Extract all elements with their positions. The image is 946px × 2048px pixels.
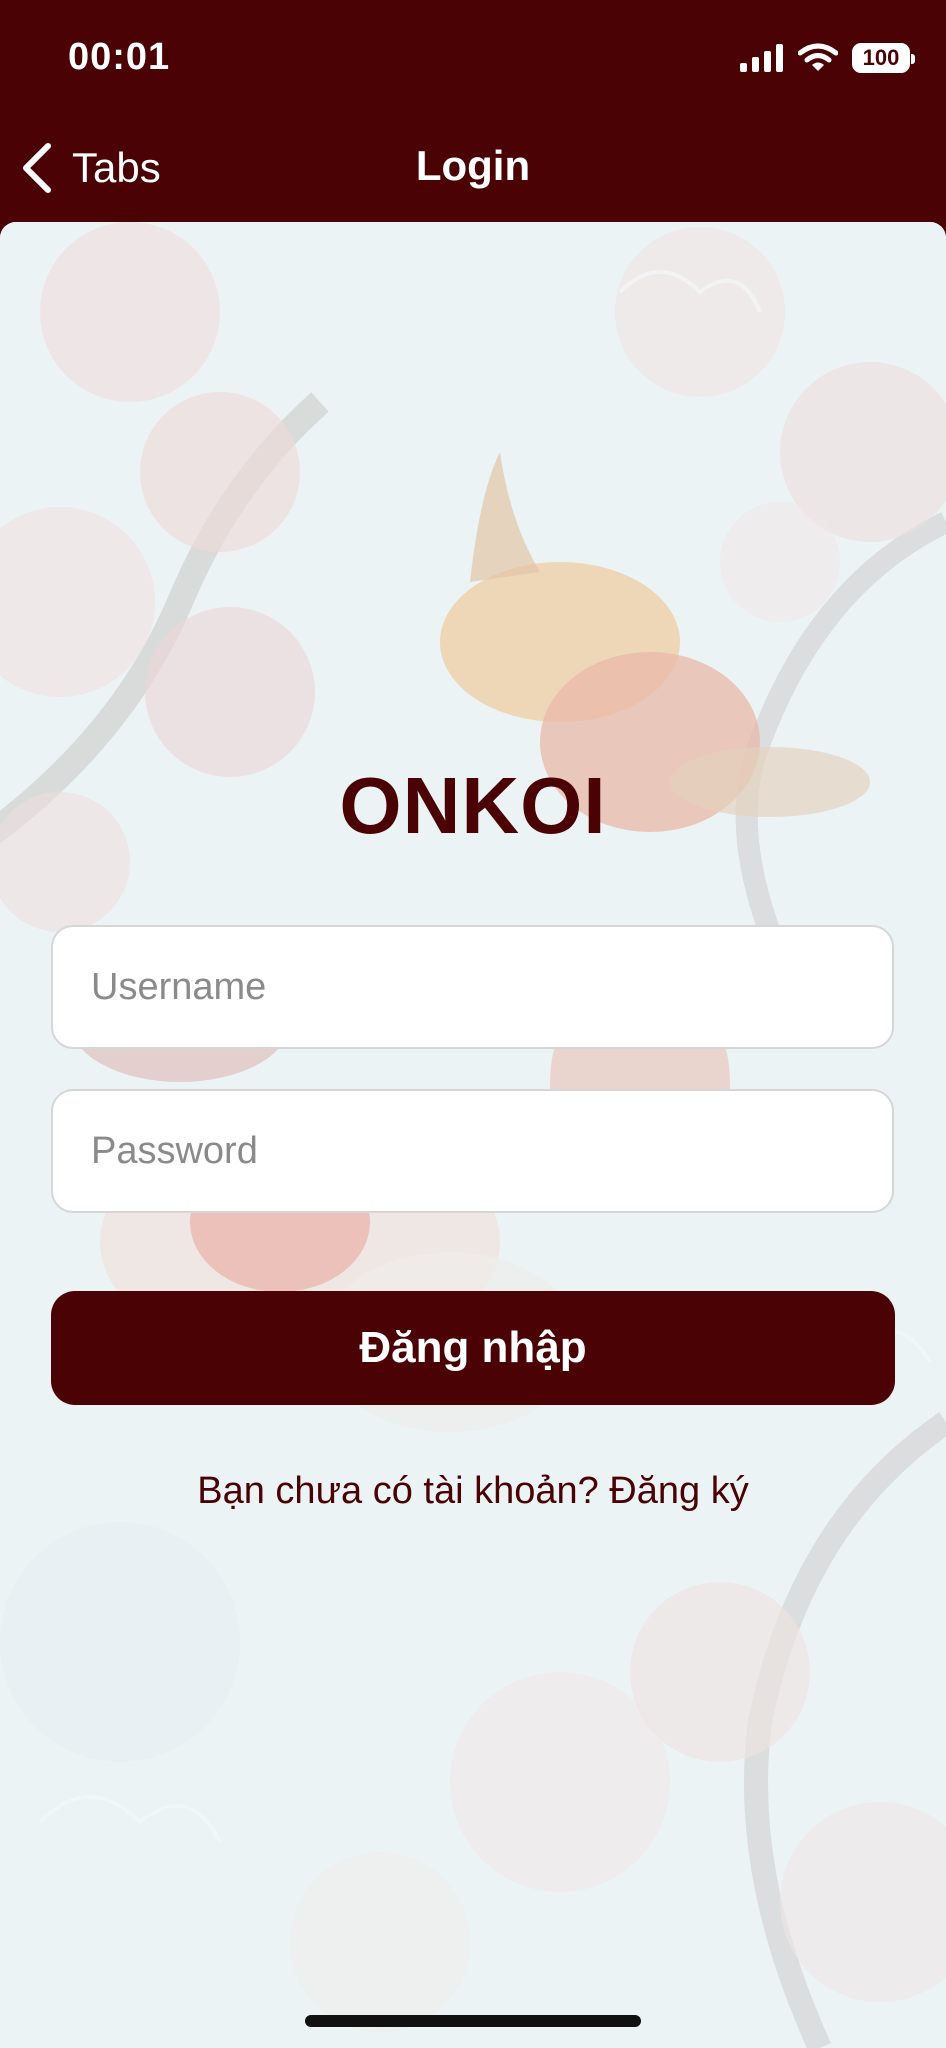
username-input[interactable]	[51, 925, 894, 1049]
battery-icon: 100	[852, 43, 915, 73]
status-time: 00:01	[68, 36, 171, 78]
status-bar: 00:01 100	[0, 0, 946, 112]
register-link[interactable]: Bạn chưa có tài khoản? Đăng ký	[0, 1470, 946, 1513]
brand-title: ONKOI	[339, 761, 607, 850]
login-content: ONKOI Đăng nhập Bạn chưa có tài khoản? Đ…	[0, 222, 946, 2048]
page-title: Login	[415, 142, 531, 189]
login-button[interactable]: Đăng nhập	[51, 1291, 895, 1405]
home-indicator	[305, 2015, 641, 2027]
status-icons: 100	[740, 40, 915, 76]
battery-level: 100	[862, 45, 900, 70]
login-screen: 00:01 100 Tabs Login ONKOI Username Đăng…	[0, 0, 946, 2048]
cellular-signal-icon	[740, 44, 783, 72]
password-input[interactable]	[51, 1089, 894, 1213]
wifi-icon	[798, 43, 838, 71]
navigation-bar: Tabs Login	[0, 112, 946, 222]
